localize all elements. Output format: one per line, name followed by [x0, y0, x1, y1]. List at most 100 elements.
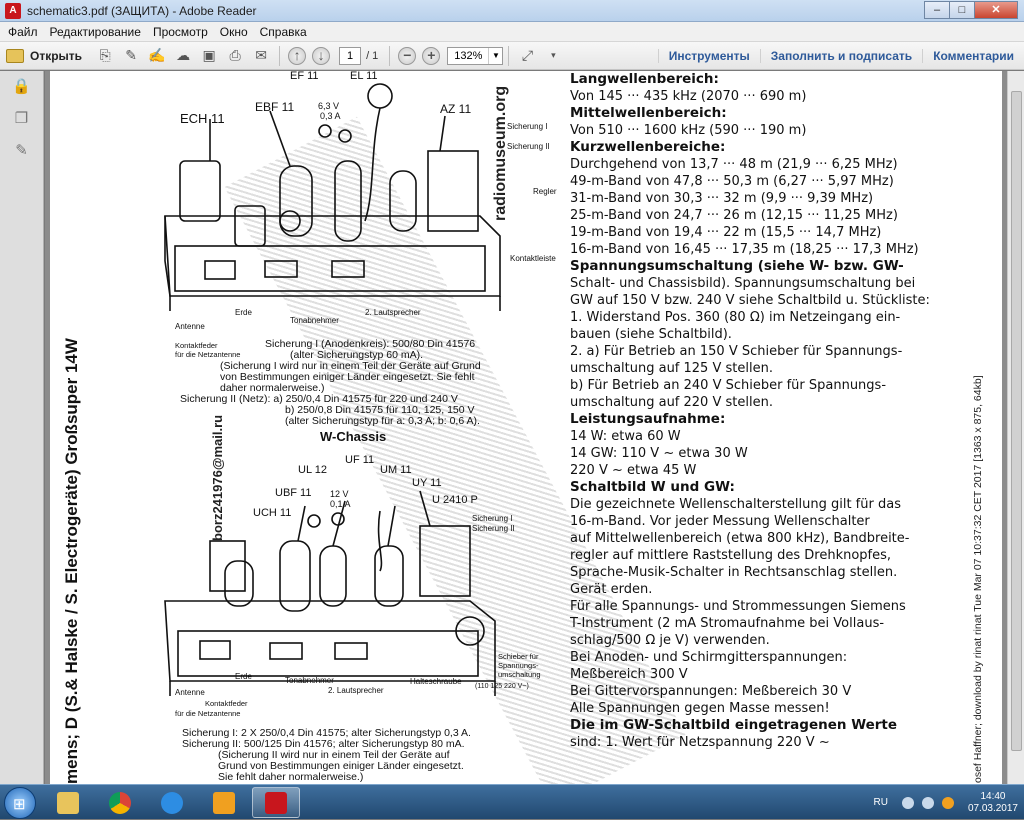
start-button[interactable]: ⊞ — [4, 787, 36, 819]
spec-line: 1. Widerstand Pos. 360 (80 Ω) im Netzein… — [570, 310, 901, 325]
label-kontaktleiste: Kontaktleiste — [510, 254, 556, 263]
upload-cloud-icon[interactable]: ☁ — [173, 46, 193, 66]
toolbar: Открыть ⎘ ✎ ✍ ☁ ▣ ⎙ ✉ ↑ ↓ / 1 − + 132% ▼… — [0, 42, 1024, 70]
taskbar-chrome[interactable] — [96, 787, 144, 818]
fill-sign-button[interactable]: Заполнить и подписать — [759, 49, 922, 63]
maximize-button[interactable]: □ — [949, 1, 975, 19]
tools-button[interactable]: Инструменты — [657, 49, 760, 63]
label-uf11: UF 11 — [345, 454, 374, 466]
spec-line: Gerät erden. — [570, 582, 653, 597]
spec-line: Für alle Spannungs- und Strommessungen S… — [570, 599, 906, 614]
label-sicherung2-bottom: Sicherung II — [472, 524, 515, 533]
network-icon[interactable] — [941, 796, 954, 809]
save-icon[interactable]: ▣ — [199, 46, 219, 66]
spec-line: 2. a) Für Betrieb an 150 V Schieber für … — [570, 344, 903, 359]
lock-icon[interactable]: 🔒 — [12, 77, 32, 97]
windows-logo-icon: ⊞ — [13, 796, 26, 813]
label-schieber: Schieber für — [498, 652, 539, 661]
email-icon[interactable]: ✉ — [251, 46, 271, 66]
attachment-icon[interactable]: ✎ — [12, 141, 32, 161]
close-button[interactable]: ✕ — [974, 1, 1018, 19]
spec-line: Sprache-Musik-Schalter in Rechtsanschlag… — [570, 565, 898, 580]
spec-line: b) Für Betrieb an 240 V Schieber für Spa… — [570, 378, 887, 393]
print-icon[interactable]: ⎙ — [225, 46, 245, 66]
vertical-scrollbar[interactable] — [1007, 71, 1024, 784]
arrow-up-icon[interactable] — [901, 796, 914, 809]
spec-line: bauen (siehe Schaltbild). — [570, 327, 732, 342]
label-ef11: EF 11 — [290, 71, 319, 82]
label-az11: AZ 11 — [440, 102, 471, 116]
label-regler: Regler — [533, 187, 557, 196]
spec-line: 31-m-Band von 30,3 ··· 32 m (9,9 ··· 9,3… — [570, 191, 874, 206]
chevron-down-icon[interactable]: ▼ — [488, 47, 502, 64]
note-top-7: (alter Sicherungstyp für a: 0,3 A; b: 0,… — [285, 415, 480, 427]
spec-line: schlag/500 Ω je V) verwenden. — [570, 633, 770, 648]
spec-line: 14 W: etwa 60 W — [570, 429, 681, 444]
language-indicator[interactable]: RU — [873, 797, 887, 808]
label-lautsprecher-top: 2. Lautsprecher — [365, 308, 421, 317]
taskbar-explorer[interactable] — [44, 787, 92, 818]
menu-edit[interactable]: Редактирование — [50, 25, 141, 39]
zoom-out-icon[interactable]: − — [398, 46, 417, 65]
spec-line: Spannungsumschaltung (siehe W- bzw. GW- — [570, 258, 904, 274]
zoom-select[interactable]: 132% ▼ — [447, 46, 504, 65]
spec-line: umschaltung auf 220 V stellen. — [570, 395, 773, 410]
label-uch11: UCH 11 — [253, 507, 291, 519]
scroll-thumb[interactable] — [1011, 91, 1022, 751]
spec-line: 220 V ~ etwa 45 W — [570, 463, 697, 478]
w-chassis-title: W-Chassis — [320, 429, 386, 444]
taskbar-ie[interactable] — [148, 787, 196, 818]
taskbar: ⊞ RU 14:40 07.03.2017 — [0, 784, 1024, 819]
spec-line: 16-m-Band von 16,45 ··· 17,35 m (18,25 ·… — [570, 242, 919, 257]
label-uy11: UY 11 — [412, 477, 442, 489]
label-03a: 0,3 A — [320, 111, 341, 121]
minimize-button[interactable]: – — [924, 1, 950, 19]
chrome-icon — [109, 791, 131, 814]
create-pdf-icon[interactable]: ⎘ — [95, 46, 115, 66]
clock[interactable]: 14:40 07.03.2017 — [968, 791, 1018, 815]
label-ubf11: UBF 11 — [275, 487, 311, 499]
fit-page-icon[interactable]: ⤢ — [517, 46, 537, 66]
document-viewport[interactable]: mens; D (S.& Halske / S. Electrogeräte) … — [45, 71, 1007, 784]
label-u2410p: U 2410 P — [432, 494, 478, 506]
label-63v: 6,3 V — [318, 101, 339, 111]
prev-page-icon[interactable]: ↑ — [288, 46, 307, 65]
toolbar-menu-icon[interactable]: ▾ — [543, 46, 563, 66]
spec-line: Mittelwellenbereich: — [570, 105, 727, 121]
label-erde-bottom: Erde — [235, 672, 252, 681]
clock-date: 07.03.2017 — [967, 802, 1018, 814]
pages-icon[interactable]: ❐ — [12, 109, 32, 129]
comments-button[interactable]: Комментарии — [922, 49, 1024, 63]
page-number-input[interactable] — [339, 46, 362, 65]
document-side-title: mens; D (S.& Halske / S. Electrogeräte) … — [62, 338, 81, 784]
spec-line: umschaltung auf 125 V stellen. — [570, 361, 773, 376]
volume-icon[interactable] — [921, 796, 934, 809]
label-spannungs: Spannungs- — [498, 661, 539, 670]
folder-icon — [6, 48, 24, 63]
label-ebf11: EBF 11 — [255, 100, 294, 114]
menu-bar: Файл Редактирование Просмотр Окно Справк… — [0, 22, 1024, 42]
menu-file[interactable]: Файл — [8, 25, 38, 39]
label-antenne-bottom: Antenne — [175, 688, 205, 697]
spec-line: 25-m-Band von 24,7 ··· 26 m (12,15 ··· 1… — [570, 208, 898, 223]
taskbar-media-player[interactable] — [200, 787, 248, 818]
museum-stamp: radiomuseum.org — [492, 85, 509, 221]
spec-line: GW auf 150 V bzw. 240 V siehe Schaltbild… — [570, 293, 930, 308]
zoom-in-icon[interactable]: + — [422, 46, 441, 65]
menu-view[interactable]: Просмотр — [153, 25, 208, 39]
menu-help[interactable]: Справка — [260, 25, 307, 39]
spec-line: regler auf mittlere Raststellung des Dre… — [570, 548, 892, 563]
sign-icon[interactable]: ✍ — [147, 46, 167, 66]
taskbar-adobe-reader[interactable] — [252, 787, 300, 818]
spec-line: Leistungsaufnahme: — [570, 411, 726, 427]
edit-pdf-icon[interactable]: ✎ — [121, 46, 141, 66]
menu-window[interactable]: Окно — [220, 25, 248, 39]
email-stamp: borz241976@mail.ru — [210, 414, 225, 541]
note-bottom-4: Sie fehlt daher normalerweise.) — [218, 771, 363, 783]
next-page-icon[interactable]: ↓ — [312, 46, 331, 65]
spec-line: Bei Gittervorspannungen: Meßbereich 30 V — [570, 684, 852, 699]
open-button[interactable]: Открыть — [6, 48, 82, 63]
window-title: schematic3.pdf (ЗАЩИТА) - Adobe Reader — [27, 3, 257, 18]
label-kontaktfeder-bottom: Kontaktfeder — [205, 699, 248, 708]
label-12v: 12 V — [330, 489, 349, 499]
